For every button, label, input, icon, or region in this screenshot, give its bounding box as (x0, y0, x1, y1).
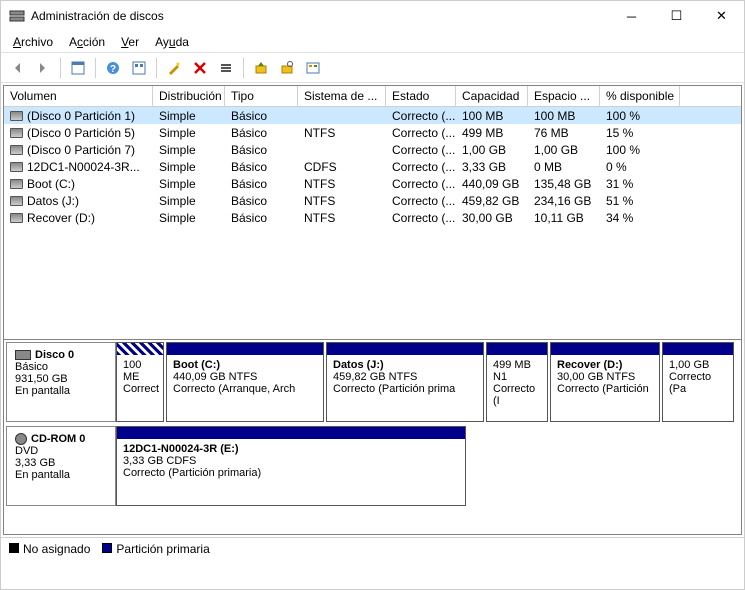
forward-button[interactable] (31, 56, 55, 80)
menu-accion[interactable]: Acción (61, 33, 113, 51)
disk-label-cd[interactable]: CD-ROM 0 DVD 3,33 GB En pantalla (6, 426, 116, 506)
menubar: Archivo Acción Ver Ayuda (1, 31, 744, 53)
wizard-button[interactable] (162, 56, 186, 80)
legend-primary: Partición primaria (102, 542, 209, 556)
maximize-button[interactable]: ☐ (654, 1, 699, 31)
close-button[interactable]: ✕ (699, 1, 744, 31)
table-row[interactable]: Recover (D:)SimpleBásicoNTFSCorrecto (..… (4, 209, 741, 226)
partition-recover[interactable]: Recover (D:)30,00 GB NTFSCorrecto (Parti… (550, 342, 660, 422)
volume-list[interactable]: Volumen Distribución Tipo Sistema de ...… (3, 85, 742, 340)
col-tipo[interactable]: Tipo (225, 86, 298, 106)
disk-graphical-panel: Disco 0 Básico 931,50 GB En pantalla 100… (3, 340, 742, 535)
toolbar: ? (1, 53, 744, 83)
disk-row-0: Disco 0 Básico 931,50 GB En pantalla 100… (6, 342, 739, 422)
partition-boot[interactable]: Boot (C:)440,09 GB NTFSCorrecto (Arranqu… (166, 342, 324, 422)
partition-datos[interactable]: Datos (J:)459,82 GB NTFSCorrecto (Partic… (326, 342, 484, 422)
delete-button[interactable] (188, 56, 212, 80)
tool-btn-a[interactable] (249, 56, 273, 80)
partition-5[interactable]: 1,00 GBCorrecto (Pa (662, 342, 734, 422)
partition-0[interactable]: 100 MECorrect (116, 342, 164, 422)
minimize-button[interactable]: ─ (609, 1, 654, 31)
svg-text:?: ? (110, 64, 116, 75)
menu-ayuda[interactable]: Ayuda (147, 33, 197, 51)
col-estado[interactable]: Estado (386, 86, 456, 106)
partition-cd[interactable]: 12DC1-N00024-3R (E:)3,33 GB CDFSCorrecto… (116, 426, 466, 506)
col-capacidad[interactable]: Capacidad (456, 86, 528, 106)
menu-archivo[interactable]: Archivo (5, 33, 61, 51)
legend: No asignado Partición primaria (1, 537, 744, 559)
partition-3[interactable]: 499 MB N1Correcto (I (486, 342, 548, 422)
disk-label-0[interactable]: Disco 0 Básico 931,50 GB En pantalla (6, 342, 116, 422)
refresh-button[interactable] (127, 56, 151, 80)
titlebar: Administración de discos ─ ☐ ✕ (1, 1, 744, 31)
tool-btn-b[interactable] (275, 56, 299, 80)
col-volumen[interactable]: Volumen (4, 86, 153, 106)
properties-button[interactable] (214, 56, 238, 80)
table-row[interactable]: Datos (J:)SimpleBásicoNTFSCorrecto (...4… (4, 192, 741, 209)
table-row[interactable]: 12DC1-N00024-3R...SimpleBásicoCDFSCorrec… (4, 158, 741, 175)
legend-unallocated: No asignado (9, 542, 90, 556)
table-row[interactable]: (Disco 0 Partición 5)SimpleBásicoNTFSCor… (4, 124, 741, 141)
table-row[interactable]: (Disco 0 Partición 7)SimpleBásicoCorrect… (4, 141, 741, 158)
back-button[interactable] (5, 56, 29, 80)
help-button[interactable]: ? (101, 56, 125, 80)
col-sistema[interactable]: Sistema de ... (298, 86, 386, 106)
dvd-icon (15, 433, 27, 445)
col-espacio[interactable]: Espacio ... (528, 86, 600, 106)
tool-btn-c[interactable] (301, 56, 325, 80)
view-button[interactable] (66, 56, 90, 80)
hdd-icon (15, 350, 31, 360)
disk-row-cd: CD-ROM 0 DVD 3,33 GB En pantalla 12DC1-N… (6, 426, 739, 506)
window-title: Administración de discos (31, 9, 609, 23)
col-pct[interactable]: % disponible (600, 86, 680, 106)
grid-body[interactable]: (Disco 0 Partición 1)SimpleBásicoCorrect… (4, 107, 741, 339)
table-row[interactable]: Boot (C:)SimpleBásicoNTFSCorrecto (...44… (4, 175, 741, 192)
menu-ver[interactable]: Ver (113, 33, 147, 51)
app-icon (9, 8, 25, 24)
grid-header: Volumen Distribución Tipo Sistema de ...… (4, 86, 741, 107)
col-distribucion[interactable]: Distribución (153, 86, 225, 106)
table-row[interactable]: (Disco 0 Partición 1)SimpleBásicoCorrect… (4, 107, 741, 124)
